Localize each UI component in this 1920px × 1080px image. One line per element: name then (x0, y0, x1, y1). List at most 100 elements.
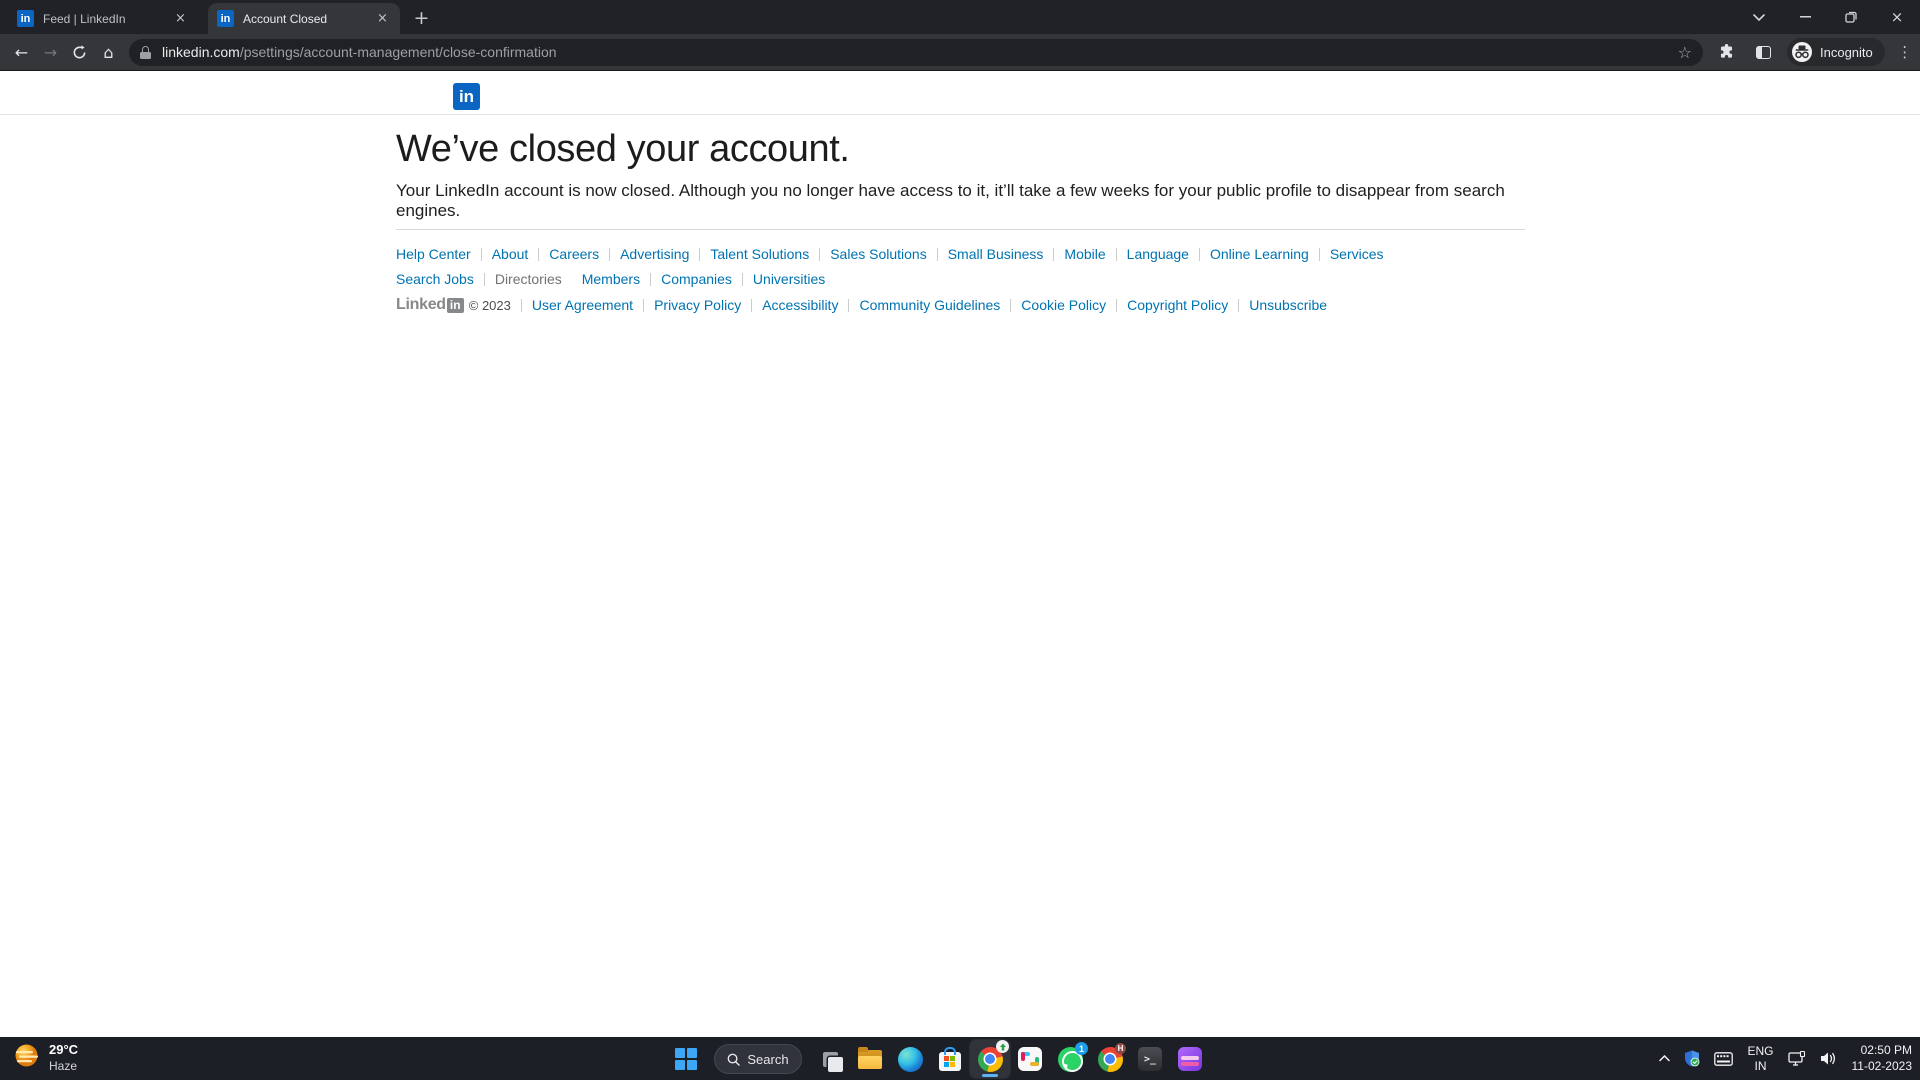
language-line1: ENG (1747, 1043, 1774, 1058)
file-explorer-button[interactable] (850, 1040, 890, 1078)
touch-keyboard-icon[interactable] (1714, 1051, 1734, 1066)
edge-browser-button[interactable] (890, 1040, 930, 1078)
taskbar-clock[interactable]: 02:50 PM 11-02-2023 (1852, 1043, 1913, 1074)
tab-close-icon[interactable]: × (172, 10, 189, 27)
url-address-bar[interactable]: linkedin.com/psettings/account-managemen… (129, 38, 1703, 66)
footer-link-mobile[interactable]: Mobile (1064, 246, 1105, 262)
taskbar-center-icons: Search 1 H >_ (666, 1038, 1210, 1080)
footer-link-cookie-policy[interactable]: Cookie Policy (1021, 297, 1106, 313)
footer-link-services[interactable]: Services (1330, 246, 1384, 262)
search-label: Search (747, 1051, 789, 1067)
extensions-puzzle-icon[interactable] (1712, 38, 1740, 66)
linkedin-account-closed-page: in We’ve closed your account. Your Linke… (0, 71, 1920, 1037)
tab-search-chevron-icon[interactable] (1736, 0, 1782, 34)
new-tab-button[interactable]: + (408, 4, 435, 31)
footer-link-search-jobs[interactable]: Search Jobs (396, 271, 474, 287)
linkedin-favicon-icon: in (217, 10, 234, 27)
footer-link-companies[interactable]: Companies (661, 271, 732, 287)
slack-icon (1018, 1047, 1042, 1071)
lock-icon[interactable] (140, 45, 151, 59)
tray-time: 02:50 PM (1860, 1042, 1912, 1057)
linkedin-logo[interactable]: in (453, 83, 480, 110)
footer-link-accessibility[interactable]: Accessibility (762, 297, 838, 313)
linkedin-wordmark: Linked (396, 296, 446, 313)
whatsapp-button[interactable]: 1 (1050, 1040, 1090, 1078)
footer-link-community-guidelines[interactable]: Community Guidelines (859, 297, 1000, 313)
footer-link-language[interactable]: Language (1127, 246, 1189, 262)
slack-button[interactable] (1010, 1040, 1050, 1078)
incognito-badge[interactable]: Incognito (1787, 38, 1885, 66)
footer-link-unsubscribe[interactable]: Unsubscribe (1249, 297, 1327, 313)
weather-widget[interactable]: 29°C Haze (13, 1042, 78, 1074)
tab-feed-linkedin[interactable]: in Feed | LinkedIn × (8, 3, 198, 34)
search-icon (727, 1053, 741, 1066)
haze-weather-icon (13, 1042, 40, 1074)
task-view-button[interactable] (810, 1040, 850, 1078)
chrome-profile-button[interactable]: H (1090, 1040, 1130, 1078)
footer-link-members[interactable]: Members (582, 271, 640, 287)
footer-link-advertising[interactable]: Advertising (620, 246, 689, 262)
back-icon[interactable]: ← (7, 38, 36, 67)
chrome-update-badge-icon (996, 1040, 1009, 1053)
side-panel-icon[interactable] (1749, 38, 1777, 66)
page-header: in (0, 71, 1920, 115)
footer-links-row-2: Search Jobs Directories Members Companie… (396, 271, 1525, 287)
edge-icon (897, 1046, 923, 1072)
chrome-profile-badge: H (1115, 1043, 1126, 1054)
page-content: We’ve closed your account. Your LinkedIn… (396, 128, 1525, 314)
tab-close-icon[interactable]: × (374, 10, 391, 27)
store-icon (939, 1046, 961, 1071)
task-view-icon (822, 1051, 843, 1072)
windows-logo-icon (675, 1048, 697, 1070)
footer-link-user-agreement[interactable]: User Agreement (532, 297, 633, 313)
footer-link-small-business[interactable]: Small Business (948, 246, 1044, 262)
tab-title: Account Closed (243, 11, 328, 26)
bookmark-star-icon[interactable]: ☆ (1678, 43, 1692, 62)
taskbar-search[interactable]: Search (714, 1044, 802, 1074)
clipchamp-button[interactable] (1170, 1040, 1210, 1078)
hidden-icons-chevron-icon[interactable] (1659, 1055, 1671, 1062)
reload-icon[interactable] (65, 38, 94, 67)
restore-button[interactable] (1828, 0, 1874, 34)
footer-link-careers[interactable]: Careers (549, 246, 599, 262)
browser-menu-kebab-icon[interactable]: ⋮ (1892, 43, 1918, 61)
footer-link-copyright-policy[interactable]: Copyright Policy (1127, 297, 1228, 313)
url-text[interactable]: linkedin.com/psettings/account-managemen… (162, 44, 1670, 60)
footer-link-online-learning[interactable]: Online Learning (1210, 246, 1309, 262)
network-icon[interactable] (1787, 1050, 1806, 1067)
windows-security-shield-icon[interactable] (1684, 1050, 1700, 1067)
weather-condition: Haze (49, 1058, 78, 1073)
footer-link-about[interactable]: About (492, 246, 529, 262)
window-controls: × (1736, 0, 1920, 34)
home-icon[interactable]: ⌂ (94, 38, 123, 67)
url-domain: linkedin.com (162, 44, 240, 60)
footer-link-help-center[interactable]: Help Center (396, 246, 471, 262)
minimize-button[interactable] (1782, 0, 1828, 34)
page-title: We’ve closed your account. (396, 128, 850, 170)
start-button[interactable] (666, 1040, 706, 1078)
clipchamp-icon (1178, 1047, 1202, 1071)
footer-label-directories: Directories (494, 271, 562, 287)
terminal-button[interactable]: >_ (1130, 1040, 1170, 1078)
microsoft-store-button[interactable] (930, 1040, 970, 1078)
linkedin-favicon-icon: in (17, 10, 34, 27)
copyright-text: © 2023 (468, 297, 511, 313)
windows-taskbar: 29°C Haze Search 1 H >_ ENG IN 02:50 PM … (0, 1037, 1920, 1080)
footer-links-row-1: Help Center About Careers Advertising Ta… (396, 246, 1525, 262)
tab-account-closed[interactable]: in Account Closed × (208, 3, 400, 34)
volume-icon[interactable] (1820, 1051, 1838, 1066)
language-indicator[interactable]: ENG IN (1747, 1044, 1773, 1074)
account-closed-description: Your LinkedIn account is now closed. Alt… (396, 181, 1505, 220)
close-button[interactable]: × (1874, 0, 1920, 34)
footer-link-privacy-policy[interactable]: Privacy Policy (654, 297, 741, 313)
footer-link-talent-solutions[interactable]: Talent Solutions (710, 246, 809, 262)
chrome-active-button[interactable] (970, 1040, 1010, 1078)
footer-links-row-3: Linked in © 2023 User Agreement Privacy … (396, 296, 1525, 314)
tab-title: Feed | LinkedIn (43, 11, 126, 26)
footer-link-universities[interactable]: Universities (753, 271, 825, 287)
forward-icon[interactable]: → (36, 38, 65, 67)
footer-link-sales-solutions[interactable]: Sales Solutions (830, 246, 927, 262)
incognito-icon (1792, 42, 1812, 62)
incognito-label: Incognito (1820, 44, 1873, 60)
browser-tab-strip: in Feed | LinkedIn × in Account Closed ×… (0, 0, 1920, 34)
